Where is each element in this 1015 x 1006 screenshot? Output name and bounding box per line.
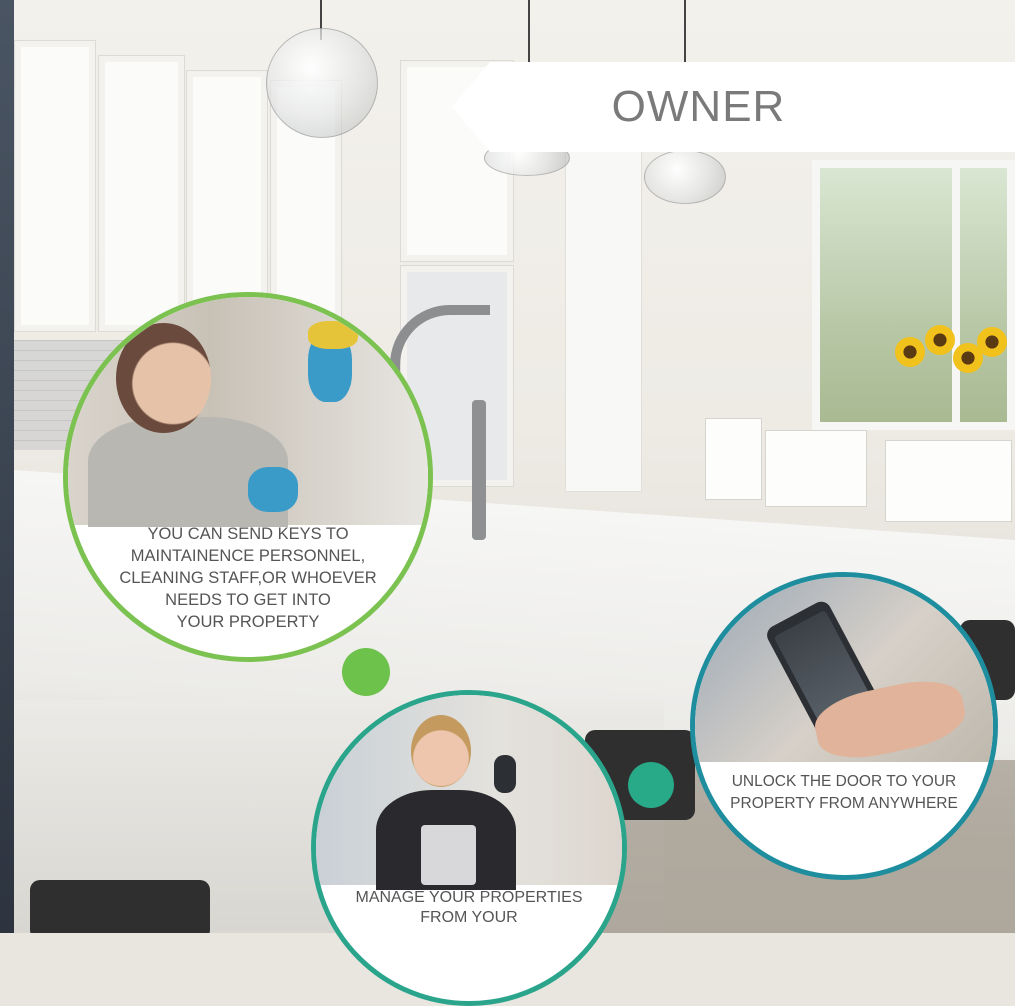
caption-line: PROPERTY FROM ANYWHERE xyxy=(730,795,958,812)
caption-line: YOU CAN SEND KEYS TO xyxy=(147,525,349,543)
feature-send-keys: YOU CAN SEND KEYS TO MAINTAINENCE PERSON… xyxy=(63,292,433,662)
caption-line: UNLOCK THE DOOR TO YOUR xyxy=(731,773,957,790)
smartphone-app-photo xyxy=(695,577,993,767)
caption-line: MAINTAINENCE PERSONNEL, xyxy=(130,547,366,565)
faucet-stem xyxy=(472,400,486,540)
send-keys-caption: YOU CAN SEND KEYS TO MAINTAINENCE PERSON… xyxy=(68,523,428,633)
caption-line: FROM YOUR xyxy=(420,909,518,926)
owner-banner: OWNER xyxy=(452,62,1015,152)
feature-manage-properties: MANAGE YOUR PROPERTIES FROM YOUR xyxy=(311,690,627,1006)
bar-stool xyxy=(30,880,210,933)
pendant-lamp xyxy=(266,28,378,138)
dining-chair xyxy=(765,430,867,507)
cleaning-person-photo xyxy=(68,297,428,527)
unlock-door-caption: UNLOCK THE DOOR TO YOUR PROPERTY FROM AN… xyxy=(695,771,993,815)
caption-line: NEEDS TO GET INTO xyxy=(165,591,331,609)
dining-chair xyxy=(885,440,1012,522)
pantry-door xyxy=(565,150,642,492)
pendant-lamp xyxy=(644,150,726,204)
sunflower-vase xyxy=(895,325,1015,395)
manage-properties-caption: MANAGE YOUR PROPERTIES FROM YOUR xyxy=(316,888,622,928)
caption-line: MANAGE YOUR PROPERTIES xyxy=(355,889,583,906)
banner-title: OWNER xyxy=(611,82,786,131)
upper-cabinet xyxy=(14,40,96,332)
teal-accent-dot xyxy=(628,762,674,808)
woman-with-phone-photo xyxy=(316,695,622,890)
pendant-cord xyxy=(528,0,530,70)
caption-line: YOUR PROPERTY xyxy=(176,613,320,631)
feature-unlock-door: UNLOCK THE DOOR TO YOUR PROPERTY FROM AN… xyxy=(690,572,998,880)
left-edge-strip xyxy=(0,0,14,933)
caption-line: CLEANING STAFF,OR WHOEVER xyxy=(119,569,377,587)
upper-cabinet xyxy=(98,55,185,332)
green-accent-dot xyxy=(342,648,390,696)
dining-chair xyxy=(705,418,762,500)
